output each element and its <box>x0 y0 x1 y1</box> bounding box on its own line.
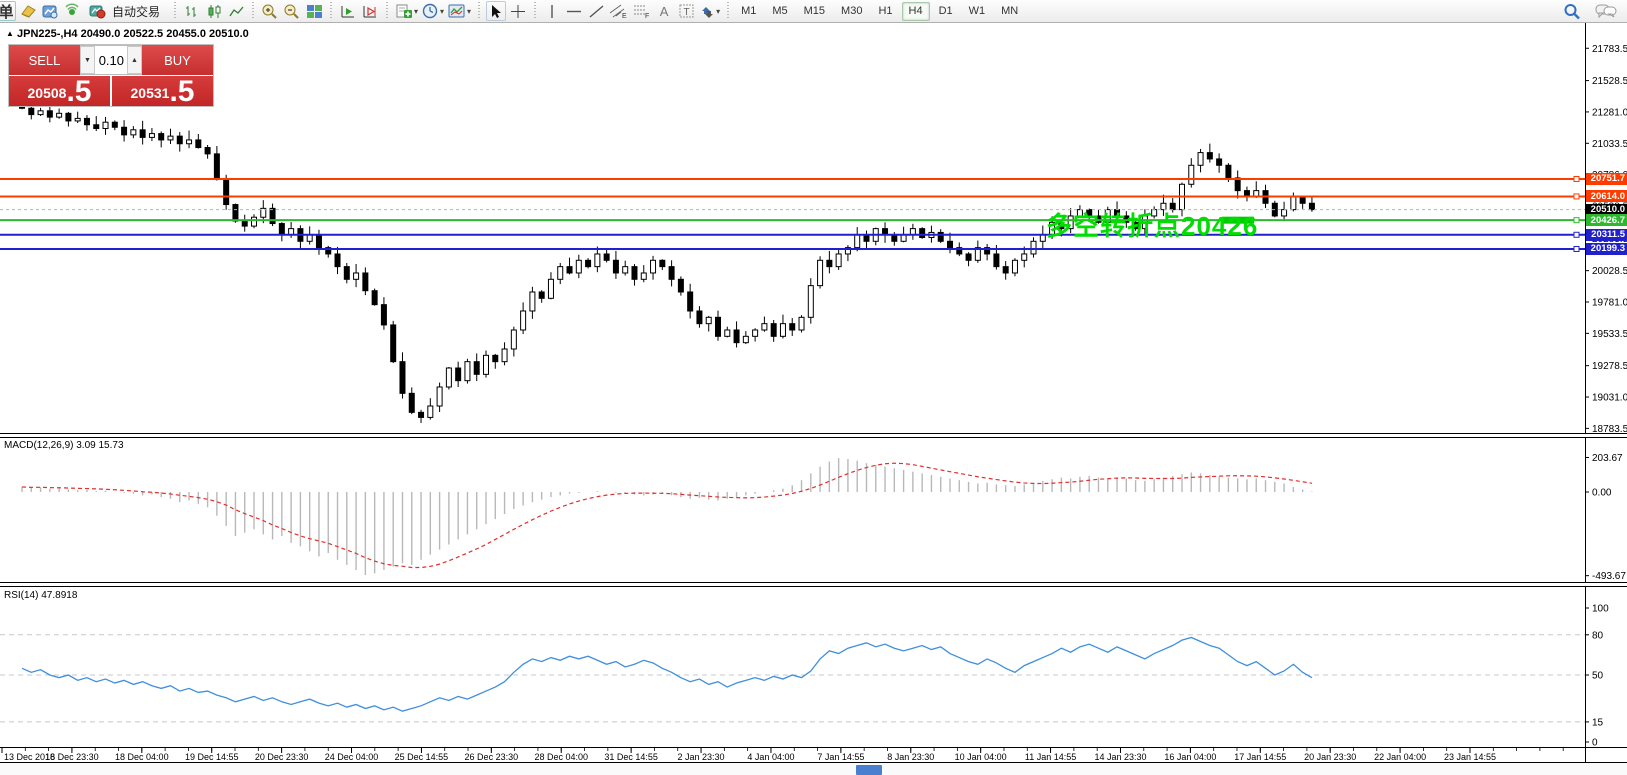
price-tag-20751.7[interactable]: 20751.7 <box>1586 173 1627 185</box>
toolbar-separator <box>725 2 731 20</box>
chart-text-annotation[interactable]: 多空转折点20426 <box>1046 206 1258 243</box>
text-tool-label: A <box>660 4 669 19</box>
buy-price-main: 20531 <box>131 80 170 106</box>
rsi-label: RSI(14) 47.8918 <box>4 590 77 601</box>
symbol-ohlc-text: JPN225-,H4 20490.0 20522.5 20455.0 20510… <box>17 28 249 40</box>
bottom-strip <box>0 763 1627 775</box>
autotrading-label: 自动交易 <box>109 3 163 20</box>
price-tag-20199.3[interactable]: 20199.3 <box>1586 243 1627 255</box>
collapse-triangle-icon[interactable]: ▲ <box>6 29 14 38</box>
timeframe-d1[interactable]: D1 <box>932 2 960 21</box>
pane-separator-macd[interactable] <box>0 433 1627 438</box>
zoom-out-icon[interactable] <box>282 1 302 21</box>
pane-separator-rsi[interactable] <box>0 582 1627 587</box>
sell-price-main: 20508 <box>28 80 67 106</box>
text-tool[interactable]: A <box>654 1 674 21</box>
cursor-tool[interactable] <box>486 1 506 21</box>
svg-text:F: F <box>645 13 649 19</box>
toolbar-separator <box>532 2 538 20</box>
price-tag-20614.0[interactable]: 20614.0 <box>1586 190 1627 202</box>
buy-price-display[interactable]: 20531.5 <box>112 76 213 106</box>
volume-decrease-button[interactable]: ▼ <box>80 46 95 74</box>
time-axis-top-border <box>0 747 1627 748</box>
chevron-down-icon: ▾ <box>716 7 720 16</box>
chart-ohlc-title: ▲ JPN225-,H4 20490.0 20522.5 20455.0 205… <box>6 28 249 40</box>
tile-windows-icon[interactable] <box>304 1 324 21</box>
timeframe-mn[interactable]: MN <box>994 2 1025 21</box>
periods-button[interactable]: ▾ <box>421 1 445 21</box>
equidistant-channel-tool[interactable]: E <box>608 1 629 21</box>
toolbar-separator <box>328 2 334 20</box>
bar-chart-icon[interactable] <box>182 1 202 21</box>
time-axis-scale[interactable] <box>0 748 1585 762</box>
chart-canvas: 21783.521528.521281.021033.520786.020538… <box>0 0 1627 775</box>
chevron-down-icon: ▾ <box>440 7 444 16</box>
timeframe-m15[interactable]: M15 <box>797 2 832 21</box>
new-chart-button[interactable]: ▾ <box>394 1 419 21</box>
order-button[interactable]: 单 <box>0 1 16 21</box>
line-chart-icon[interactable] <box>226 1 246 21</box>
one-click-trade-panel: SELL ▼ ▲ BUY 20508.5 20531.5 <box>8 44 214 107</box>
crosshair-tool[interactable] <box>508 1 528 21</box>
new-order-icon[interactable] <box>18 1 38 21</box>
toolbar-separator <box>476 2 482 20</box>
price-tag-20426.7[interactable]: 20426.7 <box>1586 214 1627 226</box>
volume-input[interactable] <box>95 46 127 74</box>
trendline-tool[interactable] <box>586 1 606 21</box>
indicators-button[interactable]: ▾ <box>447 1 472 21</box>
vertical-line-tool[interactable] <box>542 1 562 21</box>
timeframe-m30[interactable]: M30 <box>834 2 869 21</box>
toolbar-separator <box>250 2 256 20</box>
search-icon[interactable] <box>1562 1 1582 21</box>
toolbar-separator <box>172 2 178 20</box>
main-toolbar: 单 自动交易 ▾ ▾ <box>0 0 1627 23</box>
volume-stepper: ▼ ▲ <box>80 45 142 75</box>
toolbar-separator <box>384 2 390 20</box>
macd-label: MACD(12,26,9) 3.09 15.73 <box>4 440 124 451</box>
chart-shift-icon[interactable] <box>360 1 380 21</box>
fibonacci-tool[interactable]: F <box>631 1 652 21</box>
chevron-down-icon: ▾ <box>467 7 471 16</box>
timeframe-w1[interactable]: W1 <box>962 2 993 21</box>
order-button-label: 单 <box>0 1 14 22</box>
auto-scroll-icon[interactable] <box>338 1 358 21</box>
taskbar-item[interactable] <box>856 765 882 775</box>
buy-button[interactable]: BUY <box>142 45 213 75</box>
buy-price-frac: .5 <box>169 78 194 106</box>
autotrading-button[interactable]: 自动交易 <box>84 1 168 21</box>
chat-icon[interactable] <box>1594 1 1618 21</box>
svg-text:E: E <box>622 13 627 19</box>
svg-text:T: T <box>683 7 689 18</box>
price-tag-20311.5[interactable]: 20311.5 <box>1586 229 1627 241</box>
price-axis-border <box>1585 23 1586 762</box>
timeframe-m5[interactable]: M5 <box>765 2 794 21</box>
timeframe-m1[interactable]: M1 <box>734 2 763 21</box>
timeframe-h1[interactable]: H1 <box>871 2 899 21</box>
text-label-tool[interactable]: T <box>676 1 696 21</box>
sell-button[interactable]: SELL <box>9 45 80 75</box>
arrows-tool[interactable]: ▾ <box>698 1 721 21</box>
zoom-in-icon[interactable] <box>260 1 280 21</box>
volume-increase-button[interactable]: ▲ <box>127 46 142 74</box>
sell-price-display[interactable]: 20508.5 <box>9 76 110 106</box>
timeframe-h4[interactable]: H4 <box>902 2 930 21</box>
horizontal-line-tool[interactable] <box>564 1 584 21</box>
candlestick-chart-icon[interactable] <box>204 1 224 21</box>
signal-icon[interactable] <box>62 1 82 21</box>
chevron-down-icon: ▾ <box>414 7 418 16</box>
timeframe-buttons: M1M5M15M30H1H4D1W1MN <box>734 2 1025 21</box>
price-axis-scale[interactable] <box>1586 23 1627 762</box>
profile-icon[interactable] <box>40 1 60 21</box>
sell-price-frac: .5 <box>66 78 91 106</box>
